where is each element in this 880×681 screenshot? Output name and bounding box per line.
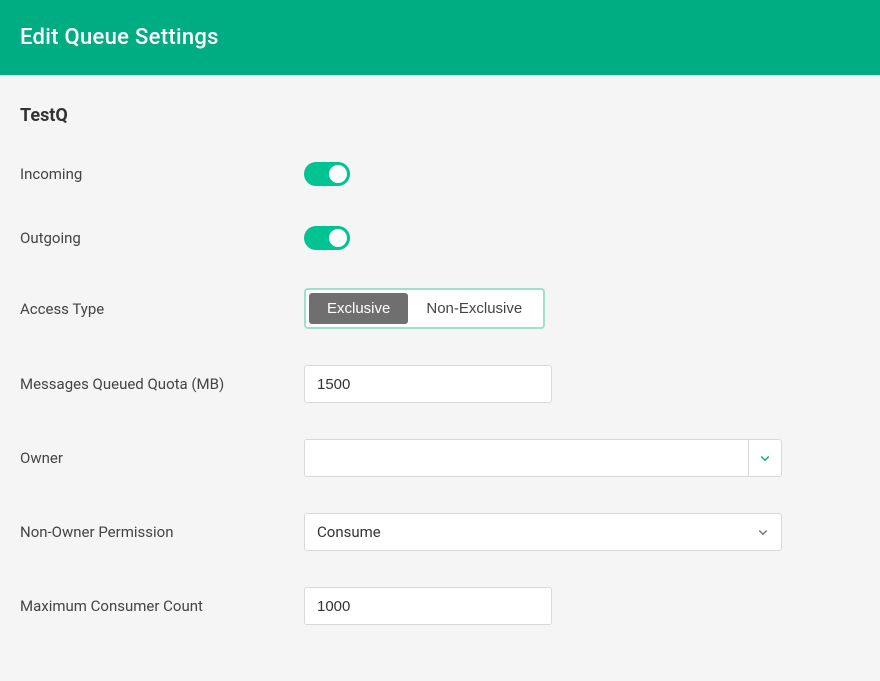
label-access-type: Access Type	[20, 300, 304, 318]
input-owner[interactable]	[304, 439, 748, 477]
input-max-consumer[interactable]	[304, 587, 552, 625]
access-type-exclusive[interactable]: Exclusive	[309, 293, 408, 324]
label-max-consumer: Maximum Consumer Count	[20, 597, 304, 615]
row-quota: Messages Queued Quota (MB)	[20, 365, 860, 403]
input-quota[interactable]	[304, 365, 552, 403]
row-access-type: Access Type Exclusive Non-Exclusive	[20, 288, 860, 329]
row-owner: Owner	[20, 439, 860, 477]
queue-name: TestQ	[20, 105, 860, 126]
row-incoming: Incoming	[20, 160, 860, 188]
combo-owner	[304, 439, 782, 477]
select-value: Consume	[317, 523, 381, 541]
row-max-consumer: Maximum Consumer Count	[20, 587, 860, 625]
chevron-down-icon	[757, 526, 769, 538]
toggle-knob	[329, 165, 347, 183]
toggle-knob	[329, 229, 347, 247]
form-content: TestQ Incoming Outgoing Access Type Excl…	[0, 75, 880, 681]
page-header: Edit Queue Settings	[0, 0, 880, 75]
toggle-outgoing[interactable]	[304, 226, 350, 250]
owner-dropdown-button[interactable]	[748, 439, 782, 477]
access-type-non-exclusive[interactable]: Non-Exclusive	[408, 293, 540, 324]
label-incoming: Incoming	[20, 165, 304, 183]
segmented-access-type: Exclusive Non-Exclusive	[304, 288, 545, 329]
label-owner: Owner	[20, 449, 304, 467]
label-non-owner-permission: Non-Owner Permission	[20, 523, 304, 541]
chevron-down-icon	[759, 452, 771, 464]
label-outgoing: Outgoing	[20, 229, 304, 247]
page-title: Edit Queue Settings	[20, 25, 219, 50]
row-non-owner-permission: Non-Owner Permission Consume	[20, 513, 860, 551]
row-outgoing: Outgoing	[20, 224, 860, 252]
label-quota: Messages Queued Quota (MB)	[20, 375, 304, 393]
toggle-incoming[interactable]	[304, 162, 350, 186]
select-non-owner-permission[interactable]: Consume	[304, 513, 782, 551]
